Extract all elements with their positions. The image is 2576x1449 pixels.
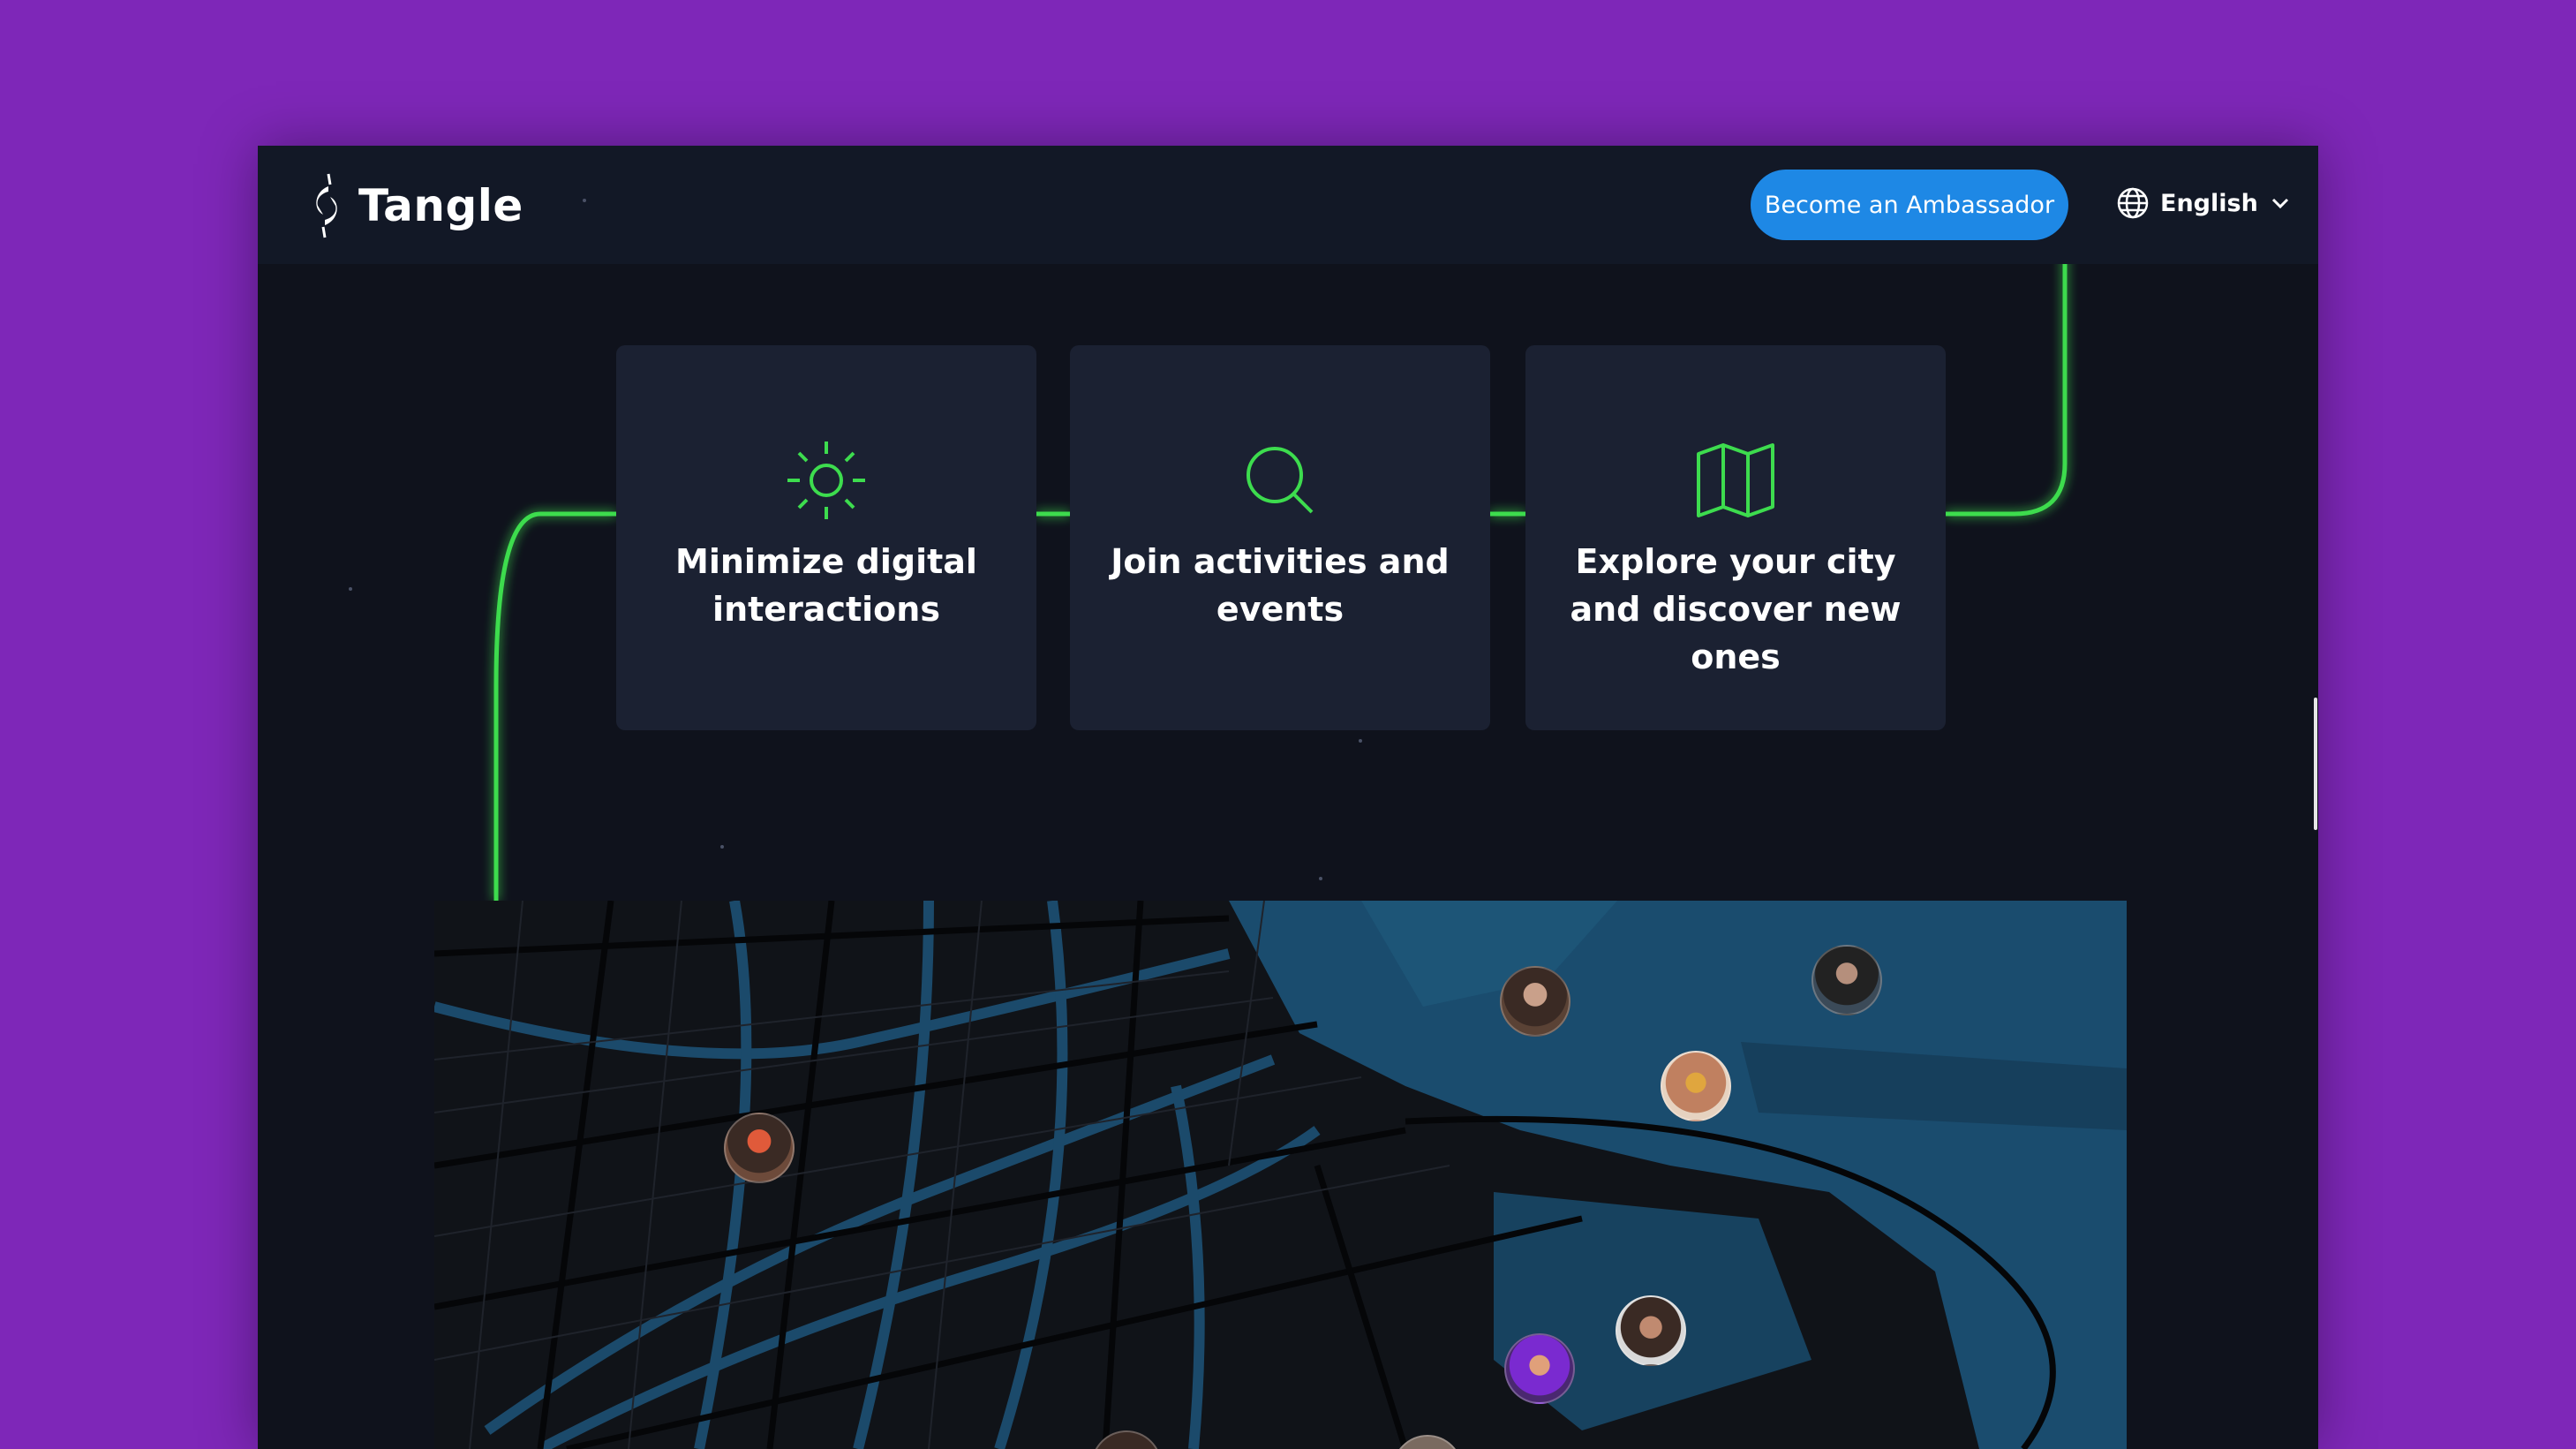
sun-icon [787,441,865,519]
user-avatar[interactable] [1500,966,1570,1037]
feature-card-join: Join activities and events [1070,345,1490,730]
scrollbar-thumb[interactable] [2314,698,2317,830]
feature-title: Minimize digital interactions [675,542,977,629]
search-icon [1247,447,1314,514]
city-map[interactable] [434,901,2127,1449]
become-ambassador-button[interactable]: Become an Ambassador [1751,170,2068,240]
background-dot [1319,877,1322,880]
map-icon [1697,443,1774,517]
background-dot [1359,739,1362,743]
feature-card-explore: Explore your city and discover new ones [1525,345,1946,730]
user-avatar[interactable] [1811,945,1882,1015]
user-avatar[interactable] [1661,1051,1731,1121]
background-dot [349,587,352,591]
background-dot [720,845,724,849]
globe-icon [2117,187,2149,219]
language-label: English [2160,189,2258,217]
feature-card-minimize: Minimize digital interactions [616,345,1036,730]
user-avatar[interactable] [724,1113,795,1183]
tangle-logo-icon [316,173,337,238]
chevron-down-icon [2271,198,2288,209]
background-dot [583,199,586,202]
user-avatar[interactable] [1616,1295,1686,1366]
brand-name: Tangle [358,180,523,231]
language-selector[interactable]: English [2116,186,2292,220]
feature-title: Join activities and events [1111,542,1450,629]
feature-title: Explore your city and discover new ones [1570,542,1902,676]
brand-logo[interactable]: Tangle [307,170,523,241]
user-avatar[interactable] [1504,1333,1575,1404]
app-window: Tangle Become an Ambassador English Mini… [258,146,2318,1449]
